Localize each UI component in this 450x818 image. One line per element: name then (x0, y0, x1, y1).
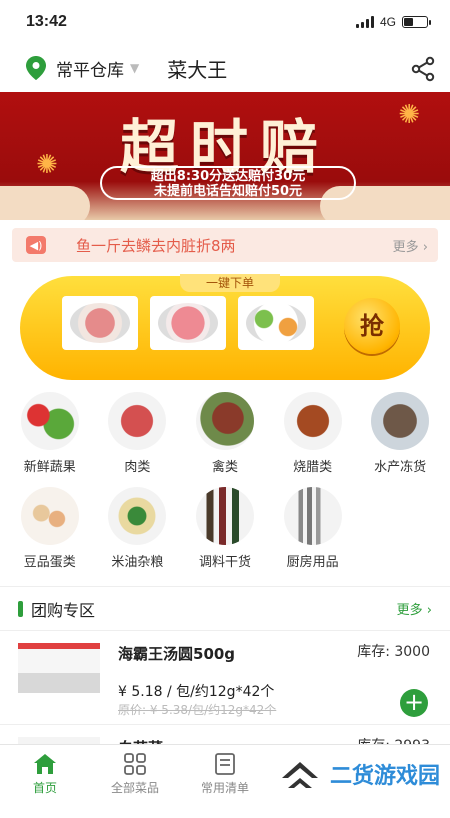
home-icon (34, 754, 56, 774)
watermark-logo-icon (281, 762, 318, 788)
category-image (195, 392, 254, 450)
status-icons: 4G (355, 15, 431, 29)
status-bar: 13:42 4G (0, 0, 450, 44)
grid-icon (124, 753, 146, 775)
notice-more-link[interactable]: 更多 › (393, 236, 428, 255)
tab-label: 常用清单 (200, 781, 249, 795)
category-item[interactable]: 米油杂粮 (94, 487, 182, 570)
list-icon (215, 753, 235, 775)
status-time: 13:42 (26, 13, 67, 30)
category-item[interactable]: 禽类 (181, 392, 269, 475)
category-item[interactable]: 肉类 (94, 392, 182, 475)
battery-icon (402, 16, 431, 28)
category-label: 水产冻货 (374, 460, 427, 475)
chevron-down-icon[interactable]: ▼ (130, 61, 139, 75)
one-click-items (62, 296, 314, 350)
category-label: 烧腊类 (293, 460, 333, 475)
banner-line-2: 未提前电话告知赔付50元 (153, 184, 303, 199)
category-image (283, 392, 342, 450)
category-label: 肉类 (124, 460, 151, 475)
product-price: ¥ 5.18 / 包/约12g*42个 (118, 684, 275, 700)
category-grid: 新鲜蔬果 肉类 禽类 烧腊类 水产冻货 豆品蛋类 米油杂粮 调料干货 厨房用品 (0, 380, 450, 570)
header: 常平仓库 ▼ 菜大王 (0, 44, 450, 92)
share-icon[interactable] (410, 56, 436, 82)
watermark: 二货游戏园 (278, 756, 440, 792)
tab-label: 首页 (32, 781, 57, 795)
category-label: 米油杂粮 (111, 555, 164, 570)
bottom-tab-bar: 首页 全部菜品 常用清单 二货游戏园 (0, 744, 450, 800)
network-type: 4G (379, 15, 396, 29)
speaker-icon: ◀) (26, 236, 46, 254)
notice-bar[interactable]: ◀) 鱼一斤去鳞去内脏折8两 更多 › (12, 228, 438, 262)
promo-banner[interactable]: ✺ ✺ 超时赔 超出8:30分送达赔付30元 未提前电话告知赔付50元 (0, 92, 450, 220)
grab-button[interactable]: 抢 (344, 298, 400, 354)
banner-line-1: 超出8:30分送达赔付30元 (150, 169, 306, 184)
section-title: 团购专区 (31, 600, 96, 620)
category-item[interactable]: 水产冻货 (356, 392, 444, 475)
banner-terms: 超出8:30分送达赔付30元 未提前电话告知赔付50元 (100, 166, 356, 200)
category-item[interactable]: 烧腊类 (269, 392, 357, 475)
one-click-order-label: 一键下单 (180, 274, 280, 292)
category-label: 新鲜蔬果 (23, 460, 76, 475)
category-item[interactable]: 调料干货 (181, 487, 269, 570)
watermark-text: 二货游戏园 (329, 764, 440, 789)
one-click-item-image[interactable] (150, 296, 226, 350)
category-image (283, 487, 342, 545)
one-click-item-image[interactable] (238, 296, 314, 350)
category-item[interactable]: 新鲜蔬果 (6, 392, 94, 475)
warehouse-selector[interactable]: 常平仓库 (56, 56, 124, 81)
store-name: 菜大王 (167, 57, 228, 82)
product-stock: 库存: 3000 (357, 644, 430, 660)
notice-text: 鱼一斤去鳞去内脏折8两 (76, 236, 236, 255)
product-original-price: 原价: ¥ 5.38/包/约12g*42个 (118, 703, 277, 717)
group-buy-header: 团购专区 更多 › (0, 586, 450, 630)
category-item[interactable]: 厨房用品 (269, 487, 357, 570)
location-pin-icon (26, 56, 46, 80)
add-to-cart-button[interactable]: + (400, 689, 428, 717)
tab-all-dishes[interactable]: 全部菜品 (90, 745, 180, 800)
one-click-item-image[interactable] (62, 296, 138, 350)
category-image (195, 487, 254, 545)
category-image (20, 487, 79, 545)
one-click-order-panel[interactable]: 一键下单 抢 (20, 274, 430, 380)
category-image (108, 392, 167, 450)
category-label: 厨房用品 (286, 555, 339, 570)
category-label: 禽类 (211, 460, 238, 475)
category-image (371, 392, 430, 450)
section-marker (18, 600, 23, 617)
category-label: 调料干货 (198, 555, 251, 570)
tab-label: 全部菜品 (110, 781, 159, 795)
product-row[interactable]: 海霸王汤圆500g 库存: 3000 ¥ 5.18 / 包/约12g*42个 原… (0, 630, 450, 724)
tab-frequent-list[interactable]: 常用清单 (180, 745, 270, 800)
signal-icon (355, 16, 374, 28)
category-item[interactable]: 豆品蛋类 (6, 487, 94, 570)
section-more-link[interactable]: 更多 › (397, 599, 432, 618)
product-image (18, 643, 100, 693)
tab-home[interactable]: 首页 (0, 745, 90, 800)
product-name: 海霸王汤圆500g (118, 645, 236, 663)
category-image (108, 487, 167, 545)
category-label: 豆品蛋类 (23, 555, 76, 570)
category-image (20, 392, 79, 450)
